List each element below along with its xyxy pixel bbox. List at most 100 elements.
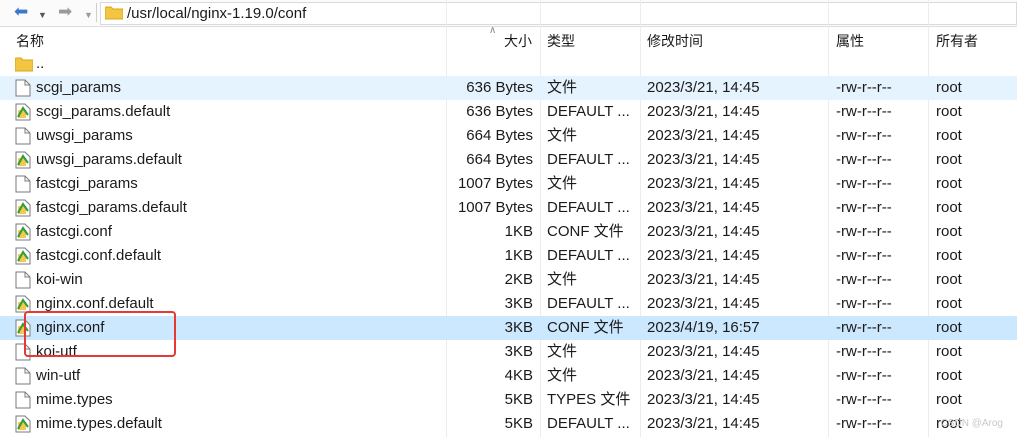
file-type: 文件: [547, 343, 578, 360]
file-perms: -rw-r--r--: [836, 79, 892, 96]
file-size: 2KB: [504, 271, 533, 288]
file-modified: 2023/3/21, 14:45: [647, 223, 760, 240]
file-modified: 2023/3/21, 14:45: [647, 343, 760, 360]
default-file-icon: [15, 151, 33, 169]
file-perms: -rw-r--r--: [836, 127, 892, 144]
file-row[interactable]: uwsgi_params 664 Bytes 文件 2023/3/21, 14:45 -…: [0, 124, 1017, 148]
file-row[interactable]: fastcgi_params.default 1007 Bytes DEFAULT …: [0, 196, 1017, 220]
file-size: 1KB: [504, 223, 533, 240]
file-modified: 2023/4/19, 16:57: [647, 319, 760, 336]
blank-file-icon: [15, 79, 33, 97]
highlight-annotation: [24, 311, 176, 357]
file-modified: 2023/3/21, 14:45: [647, 415, 760, 432]
column-type[interactable]: 类型: [547, 31, 575, 51]
file-modified: 2023/3/21, 14:45: [647, 391, 760, 408]
file-row[interactable]: scgi_params 636 Bytes 文件 2023/3/21, 14:45 -r…: [0, 76, 1017, 100]
column-header: 名称 ∧ 大小 类型 修改时间 属性 所有者: [0, 25, 1017, 51]
path-text: /usr/local/nginx-1.19.0/conf: [127, 5, 307, 22]
file-perms: -rw-r--r--: [836, 223, 892, 240]
file-name: scgi_params: [36, 79, 122, 96]
file-size: 4KB: [504, 367, 533, 384]
file-size: 5KB: [504, 415, 533, 432]
back-arrow-icon[interactable]: ⬅: [14, 3, 28, 21]
file-size: 636 Bytes: [466, 79, 533, 96]
column-modified[interactable]: 修改时间: [647, 31, 703, 51]
file-size: 1007 Bytes: [457, 175, 533, 192]
file-type: CONF 文件: [547, 319, 624, 336]
file-name: uwsgi_params.default: [36, 151, 182, 168]
file-perms: -rw-r--r--: [836, 199, 892, 216]
forward-dropdown-icon[interactable]: ▼: [84, 6, 93, 24]
blank-file-icon: [15, 127, 33, 145]
file-modified: 2023/3/21, 14:45: [647, 247, 760, 264]
file-row[interactable]: fastcgi.conf.default 1KB DEFAULT ... 2023/3…: [0, 244, 1017, 268]
file-row[interactable]: fastcgi.conf 1KB CONF 文件 2023/3/21, 14:45 -r…: [0, 220, 1017, 244]
file-owner: root: [936, 223, 962, 240]
file-row[interactable]: fastcgi_params 1007 Bytes 文件 2023/3/21, 14:…: [0, 172, 1017, 196]
file-row[interactable]: mime.types.default 5KB DEFAULT ... 2023/3/2…: [0, 412, 1017, 436]
file-size: 664 Bytes: [466, 127, 533, 144]
file-size: 1KB: [504, 247, 533, 264]
forward-arrow-icon[interactable]: ➡: [58, 3, 72, 21]
file-type: DEFAULT ...: [547, 103, 630, 120]
file-owner: root: [936, 391, 962, 408]
default-file-icon: [15, 223, 33, 241]
file-list: .. scgi_params 636 Bytes 文件 2023/3/21, 14:4…: [0, 52, 1017, 436]
file-modified: 2023/3/21, 14:45: [647, 295, 760, 312]
file-row[interactable]: win-utf 4KB 文件 2023/3/21, 14:45 -rw-r--r-- ro…: [0, 364, 1017, 388]
file-name: fastcgi.conf: [36, 223, 112, 240]
file-type: DEFAULT ...: [547, 295, 630, 312]
file-row[interactable]: uwsgi_params.default 664 Bytes DEFAULT ...…: [0, 148, 1017, 172]
folder-icon: [15, 57, 33, 72]
file-perms: -rw-r--r--: [836, 367, 892, 384]
file-modified: 2023/3/21, 14:45: [647, 199, 760, 216]
folder-icon: [105, 6, 123, 20]
column-perms[interactable]: 属性: [836, 31, 864, 51]
default-file-icon: [15, 199, 33, 217]
file-type: DEFAULT ...: [547, 247, 630, 264]
watermark: CSDN @Arog: [940, 418, 1003, 429]
file-type: TYPES 文件: [547, 391, 631, 408]
file-modified: 2023/3/21, 14:45: [647, 127, 760, 144]
file-size: 3KB: [504, 343, 533, 360]
default-file-icon: [15, 415, 33, 433]
file-type: DEFAULT ...: [547, 415, 630, 432]
file-owner: root: [936, 127, 962, 144]
file-type: 文件: [547, 175, 578, 192]
file-owner: root: [936, 103, 962, 120]
column-owner[interactable]: 所有者: [936, 31, 978, 51]
file-owner: root: [936, 151, 962, 168]
file-type: CONF 文件: [547, 223, 624, 240]
file-row[interactable]: koi-win 2KB 文件 2023/3/21, 14:45 -rw-r--r-- ro…: [0, 268, 1017, 292]
file-size: 3KB: [504, 295, 533, 312]
default-file-icon: [15, 247, 33, 265]
file-size: 5KB: [504, 391, 533, 408]
file-row[interactable]: mime.types 5KB TYPES 文件 2023/3/21, 14:45 -rw…: [0, 388, 1017, 412]
file-modified: 2023/3/21, 14:45: [647, 271, 760, 288]
toolbar-divider: [96, 3, 97, 22]
file-perms: -rw-r--r--: [836, 391, 892, 408]
file-name: uwsgi_params: [36, 127, 133, 144]
parent-directory-row[interactable]: ..: [0, 52, 1017, 76]
back-dropdown-icon[interactable]: ▼: [38, 6, 47, 24]
file-perms: -rw-r--r--: [836, 271, 892, 288]
file-owner: root: [936, 79, 962, 96]
file-type: 文件: [547, 79, 578, 96]
toolbar: ⬅ ▼ ➡ ▼ /usr/local/nginx-1.19.0/conf: [0, 0, 1017, 27]
file-modified: 2023/3/21, 14:45: [647, 151, 760, 168]
path-input[interactable]: /usr/local/nginx-1.19.0/conf: [100, 2, 1017, 25]
file-type: 文件: [547, 271, 578, 288]
file-perms: -rw-r--r--: [836, 151, 892, 168]
file-perms: -rw-r--r--: [836, 175, 892, 192]
file-size: 636 Bytes: [466, 103, 533, 120]
sort-ascending-icon: ∧: [489, 25, 497, 36]
file-owner: root: [936, 319, 962, 336]
file-row[interactable]: scgi_params.default 636 Bytes DEFAULT ... 2…: [0, 100, 1017, 124]
column-name[interactable]: 名称: [16, 31, 44, 51]
column-size[interactable]: 大小: [504, 31, 532, 51]
file-modified: 2023/3/21, 14:45: [647, 103, 760, 120]
file-owner: root: [936, 175, 962, 192]
file-name: fastcgi_params: [36, 175, 138, 192]
file-perms: -rw-r--r--: [836, 103, 892, 120]
file-name: ..: [36, 55, 45, 72]
